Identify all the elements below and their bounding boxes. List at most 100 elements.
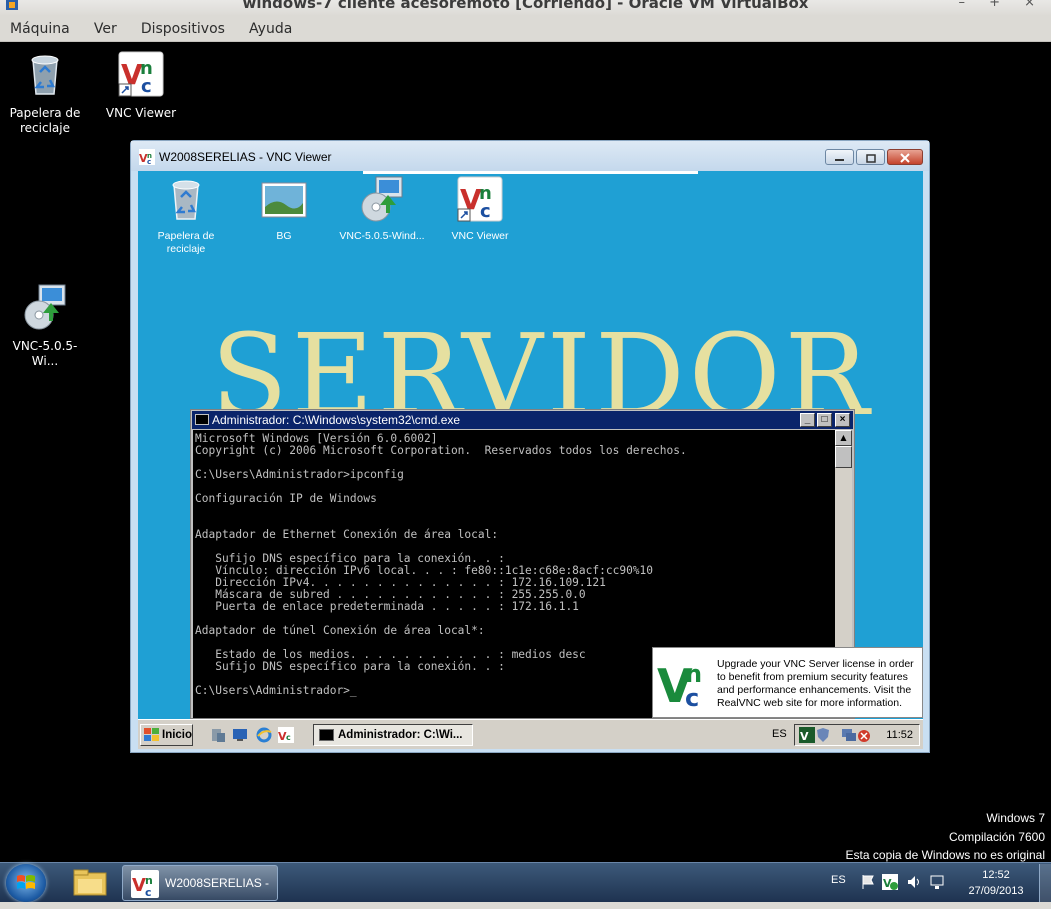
watermark-line: Esta copia de Windows no es original bbox=[845, 848, 1045, 862]
remote-icon-label: BG bbox=[276, 230, 292, 242]
svg-text:c: c bbox=[147, 158, 151, 165]
windows-logo-icon bbox=[17, 875, 35, 889]
installer-icon bbox=[24, 284, 66, 330]
remote-start-label: Inicio bbox=[162, 729, 193, 741]
console-line: Puerta de enlace predeterminada . . . . … bbox=[195, 600, 579, 613]
quicklaunch-vnc-icon[interactable]: Vc bbox=[278, 727, 294, 743]
vnc-viewer-icon: V n c bbox=[118, 51, 164, 97]
upgrade-message: Upgrade your VNC Server license in order… bbox=[717, 658, 914, 709]
svg-text:c: c bbox=[685, 684, 699, 708]
remote-system-tray: V 11:52 bbox=[794, 724, 920, 746]
vnc-viewer-icon: V n c bbox=[131, 870, 159, 898]
virtualbox-menubar: Máquina Ver Dispositivos Ayuda bbox=[0, 16, 1051, 42]
virtualbox-statusbar bbox=[0, 902, 1051, 909]
windows-watermark: Windows 7 Compilación 7600 Esta copia de… bbox=[846, 810, 1045, 862]
host-language-indicator[interactable]: ES bbox=[831, 874, 846, 886]
console-line: C:\Users\Administrador>ipconfig bbox=[195, 468, 404, 481]
remote-taskbar: Inicio Vc Administrador: C:\Wi... ES V 1… bbox=[138, 719, 923, 749]
desktop-icon-vnc-viewer[interactable]: V n c VNC Viewer bbox=[96, 50, 186, 121]
cmd-close-button[interactable]: × bbox=[835, 413, 850, 427]
remote-icon-label: VNC Viewer bbox=[451, 230, 509, 242]
vnc-viewer-icon: V n c bbox=[139, 149, 155, 165]
svg-text:c: c bbox=[141, 76, 152, 97]
explorer-folder-icon[interactable] bbox=[66, 867, 114, 899]
host-task-vnc-viewer[interactable]: V n c W2008SERELIAS - ... bbox=[122, 865, 278, 901]
console-icon bbox=[195, 414, 209, 425]
network-icon[interactable] bbox=[930, 874, 946, 890]
vnc-server-tray-icon[interactable]: V bbox=[882, 874, 898, 890]
remote-start-button[interactable]: Inicio bbox=[140, 724, 193, 746]
desktop-icon-recycle-bin[interactable]: Papelera de reciclaje bbox=[0, 50, 90, 136]
svg-text:V: V bbox=[800, 730, 809, 743]
scroll-up-icon[interactable]: ▲ bbox=[835, 430, 852, 446]
minimize-button[interactable] bbox=[825, 149, 854, 165]
vnc-server-tray-icon[interactable]: V bbox=[799, 727, 815, 743]
menu-dispositivos[interactable]: Dispositivos bbox=[131, 16, 234, 37]
start-orb-button[interactable] bbox=[6, 864, 46, 902]
action-center-flag-icon[interactable] bbox=[860, 874, 876, 890]
quicklaunch-desktop-icon[interactable] bbox=[232, 727, 248, 743]
volume-muted-icon[interactable] bbox=[857, 729, 871, 743]
vnc-window-title: W2008SERELIAS - VNC Viewer bbox=[159, 150, 332, 164]
remote-clock[interactable]: 11:52 bbox=[886, 729, 913, 741]
host-date: 27/09/2013 bbox=[968, 885, 1024, 897]
remote-language-indicator[interactable]: ES bbox=[772, 728, 787, 740]
scroll-thumb[interactable] bbox=[835, 446, 852, 468]
screen: windows-7 cliente acesoremoto [Corriendo… bbox=[0, 0, 1051, 909]
cmd-maximize-button[interactable]: □ bbox=[817, 413, 832, 427]
desktop-icon-label: VNC Viewer bbox=[105, 106, 177, 120]
cmd-minimize-button[interactable]: _ bbox=[800, 413, 815, 427]
vnc-upgrade-notification[interactable]: V n c Upgrade your VNC Server license in… bbox=[652, 647, 923, 718]
console-line: Adaptador de túnel Conexión de área loca… bbox=[195, 624, 485, 637]
console-icon bbox=[319, 729, 334, 741]
shield-tray-icon[interactable] bbox=[816, 727, 830, 743]
virtualbox-titlebar[interactable]: windows-7 cliente acesoremoto [Corriendo… bbox=[0, 0, 1051, 16]
remote-icon-recycle-bin[interactable]: Papelera de reciclaje bbox=[138, 175, 234, 256]
svg-text:c: c bbox=[286, 733, 291, 742]
vnc-viewer-window[interactable]: V n c W2008SERELIAS - VNC Viewer SERVIDO… bbox=[130, 140, 930, 753]
quicklaunch-server-manager-icon[interactable] bbox=[210, 727, 226, 743]
console-line: Configuración IP de Windows bbox=[195, 492, 377, 505]
windows-flag-icon bbox=[144, 728, 159, 741]
menu-ayuda[interactable]: Ayuda bbox=[239, 16, 301, 37]
network-tray-icon[interactable] bbox=[841, 727, 857, 743]
remote-top-strip bbox=[363, 171, 698, 174]
cmd-titlebar[interactable]: Administrador: C:\Windows\system32\cmd.e… bbox=[192, 411, 853, 429]
cmd-title: Administrador: C:\Windows\system32\cmd.e… bbox=[212, 413, 461, 427]
show-desktop-button[interactable] bbox=[1039, 864, 1051, 902]
menu-ver[interactable]: Ver bbox=[84, 16, 126, 37]
remote-icon-label: VNC-5.0.5-Wind... bbox=[339, 230, 425, 242]
remote-icon-vnc-viewer[interactable]: V n c VNC Viewer bbox=[432, 175, 528, 243]
vnc-titlebar[interactable]: V n c W2008SERELIAS - VNC Viewer bbox=[131, 141, 929, 171]
watermark-line: Windows 7 bbox=[986, 811, 1045, 825]
window-title: windows-7 cliente acesoremoto [Corriendo… bbox=[242, 0, 809, 12]
close-button[interactable] bbox=[887, 149, 923, 165]
quicklaunch-ie-icon[interactable] bbox=[256, 727, 272, 743]
menu-maquina[interactable]: Máquina bbox=[0, 16, 79, 37]
desktop-icon-label: Papelera de reciclaje bbox=[9, 106, 81, 135]
host-clock[interactable]: 12:52 27/09/2013 bbox=[955, 867, 1037, 899]
remote-task-cmd[interactable]: Administrador: C:\Wi... bbox=[313, 724, 473, 746]
desktop-icon-label: VNC-5.0.5-Wi... bbox=[12, 339, 78, 368]
console-line: Adaptador de Ethernet Conexión de área l… bbox=[195, 528, 499, 541]
host-taskbar: V n c W2008SERELIAS - ... ES V 12:52 27/… bbox=[0, 862, 1051, 902]
remote-icon-vnc-installer[interactable]: VNC-5.0.5-Wind... bbox=[334, 175, 430, 243]
recycle-bin-icon bbox=[172, 180, 200, 220]
volume-icon[interactable] bbox=[906, 874, 922, 890]
window-controls[interactable]: – + × bbox=[958, 0, 1045, 9]
host-system-tray: V bbox=[858, 872, 958, 892]
installer-icon bbox=[361, 176, 403, 222]
console-line: Copyright (c) 2006 Microsoft Corporation… bbox=[195, 444, 687, 457]
remote-desktop[interactable]: SERVIDOR Papelera de reciclaje BG VNC-5.… bbox=[138, 171, 923, 749]
recycle-bin-icon bbox=[31, 55, 59, 95]
maximize-button[interactable] bbox=[856, 149, 885, 165]
image-icon bbox=[261, 182, 307, 218]
desktop-icon-vnc-installer[interactable]: VNC-5.0.5-Wi... bbox=[0, 283, 90, 369]
vnc-logo-icon: V n c bbox=[657, 659, 702, 708]
host-time: 12:52 bbox=[982, 869, 1010, 881]
svg-text:V: V bbox=[132, 875, 146, 896]
remote-icon-label: Papelera de reciclaje bbox=[157, 230, 215, 255]
remote-task-label: Administrador: C:\Wi... bbox=[338, 729, 463, 741]
remote-icon-bg[interactable]: BG bbox=[236, 175, 332, 243]
